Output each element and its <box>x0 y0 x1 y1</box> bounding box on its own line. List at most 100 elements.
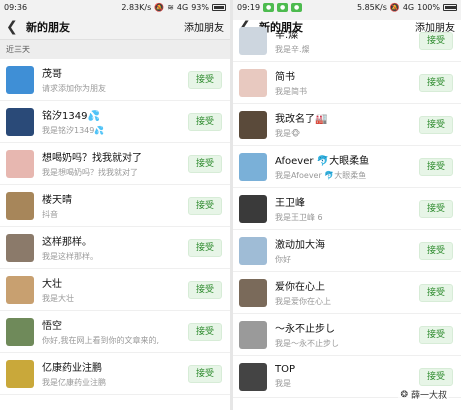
friend-request-row[interactable]: 楼天晴 抖音 接受 <box>0 185 230 227</box>
request-info: 爱你在心上我是爱你在心上 <box>275 278 419 307</box>
avatar[interactable] <box>239 68 267 97</box>
avatar[interactable] <box>239 320 267 349</box>
request-message: 我是爱你在心上 <box>275 297 331 306</box>
back-arrow-icon[interactable]: ❮ <box>6 14 20 40</box>
contact-name: ～永不止步し <box>275 324 335 335</box>
network-speed: 5.85K/s <box>356 2 387 12</box>
request-info: 激动加大海 你好 <box>275 236 419 265</box>
accept-button[interactable]: 接受 <box>419 157 453 176</box>
friend-request-row[interactable]: 简书 我是简书 接受 <box>233 62 461 104</box>
friend-request-row[interactable]: 我改名了🏭 我是🐵 接受 <box>233 104 461 146</box>
accept-button[interactable]: 接受 <box>419 241 453 260</box>
avatar[interactable] <box>239 362 267 391</box>
contact-name: Afoever 🐬大眼柔鱼 <box>275 156 370 167</box>
friend-request-row[interactable]: 这样那样。 我是这样那样。 接受 <box>0 227 230 269</box>
battery-icon <box>212 3 226 11</box>
avatar[interactable] <box>239 236 267 265</box>
avatar[interactable] <box>239 278 267 307</box>
contact-name: 爱你在心上 <box>275 282 325 293</box>
avatar[interactable] <box>6 149 34 178</box>
request-info: 我改名了🏭 我是🐵 <box>275 110 419 139</box>
friend-request-row[interactable]: 想喝奶吗？找我就对了 我是想喝奶吗？找我就对了 接受 <box>0 143 230 185</box>
contact-name: 激动加大海 <box>275 240 325 251</box>
contact-name: 王卫峰 <box>275 198 305 209</box>
friend-request-row[interactable]: ～永不止步し 我是～永不止步し 接受 <box>233 314 461 356</box>
status-time: 09:19 <box>237 2 261 12</box>
request-info: 亿康药业注鹏 我是亿康药业注鹏 <box>42 359 188 388</box>
request-info: 大壮 我是大壮 <box>42 275 188 304</box>
request-info: Afoever 🐬大眼柔鱼 我是Afoever 🐬大眼柔鱼 <box>275 152 419 181</box>
request-message: 我是铭汐1349💦 <box>42 126 105 135</box>
contact-name: 悟空 <box>42 321 62 332</box>
mute-icon: 🔕 <box>389 2 400 12</box>
avatar[interactable] <box>6 275 34 304</box>
friend-request-row[interactable]: 激动加大海 你好 接受 <box>233 230 461 272</box>
friend-request-row[interactable]: 悟空 你好,我在网上看到你的文章来的, 接受 <box>0 311 230 353</box>
accept-button[interactable]: 接受 <box>419 199 453 218</box>
accept-button[interactable]: 接受 <box>419 73 453 92</box>
friend-request-row[interactable]: 铭汐1349💦 我是铭汐1349💦 接受 <box>0 101 230 143</box>
avatar[interactable] <box>6 191 34 220</box>
request-info: 这样那样。 我是这样那样。 <box>42 233 188 262</box>
request-message: 我是简书 <box>275 87 307 96</box>
request-message: 我是～永不止步し <box>275 339 339 348</box>
request-message: 我是 <box>275 379 291 388</box>
page-title: 新的朋友 <box>26 20 70 34</box>
add-friend-link[interactable]: 添加朋友 <box>184 19 224 34</box>
avatar[interactable] <box>6 65 34 94</box>
request-info: 悟空 你好,我在网上看到你的文章来的, <box>42 317 188 346</box>
request-message: 我是辛.燦 <box>275 45 310 54</box>
request-info: 王卫峰 我是王卫峰 6 <box>275 194 419 223</box>
friend-request-row[interactable]: 爱你在心上 我是爱你在心上 接受 <box>233 272 461 314</box>
accept-button[interactable]: 接受 <box>188 322 222 341</box>
accept-button[interactable]: 接受 <box>419 325 453 344</box>
avatar[interactable] <box>239 26 267 55</box>
contact-name: 辛.燦 <box>275 30 299 41</box>
accept-button[interactable]: 接受 <box>419 115 453 134</box>
contact-name: 我改名了🏭 <box>275 114 328 125</box>
request-message: 我是大壮 <box>42 294 74 303</box>
screenshot-composite: 09:36 2.83K/s 🔕 ≋ 4G 93% ❮ 新的朋友 添加朋友 近三天… <box>0 0 461 410</box>
friend-request-row[interactable]: 亿康药业注鹏 我是亿康药业注鹏 接受 <box>0 353 230 395</box>
network-type: 4G <box>176 2 189 12</box>
accept-button[interactable]: 接受 <box>188 112 222 131</box>
request-info: 茂哥 请求添加你为朋友 <box>42 65 188 94</box>
request-message: 我是Afoever 🐬大眼柔鱼 <box>275 171 367 180</box>
friend-request-row[interactable]: Afoever 🐬大眼柔鱼 我是Afoever 🐬大眼柔鱼 接受 <box>233 146 461 188</box>
network-type: 4G <box>402 2 415 12</box>
contact-name: 楼天晴 <box>42 195 72 206</box>
accept-button[interactable]: 接受 <box>188 364 222 383</box>
wechat-notification-icon: ● <box>263 2 275 12</box>
accept-button[interactable]: 接受 <box>188 280 222 299</box>
avatar[interactable] <box>239 110 267 139</box>
nav-bar: ❮ 新的朋友 添加朋友 <box>0 14 230 40</box>
friend-request-row[interactable]: 大壮 我是大壮 接受 <box>0 269 230 311</box>
friend-request-row[interactable]: 王卫峰 我是王卫峰 6 接受 <box>233 188 461 230</box>
request-info: 辛.燦我是辛.燦 <box>275 26 419 55</box>
accept-button[interactable]: 接受 <box>188 70 222 89</box>
left-screen: 09:36 2.83K/s 🔕 ≋ 4G 93% ❮ 新的朋友 添加朋友 近三天… <box>0 0 230 410</box>
avatar[interactable] <box>239 194 267 223</box>
avatar[interactable] <box>6 107 34 136</box>
watermark-text: 薛一大叔 <box>410 391 447 401</box>
status-bar: 09:36 2.83K/s 🔕 ≋ 4G 93% <box>0 0 230 14</box>
contact-name: 想喝奶吗？找我就对了 <box>42 153 142 164</box>
friend-request-list: 辛.燦 我是辛.燦 接受 简书 我是简书 接受 我改名了🏭 我是🐵 接受 Afoever 🐬大眼柔… <box>233 20 461 398</box>
request-message: 你好 <box>275 255 291 264</box>
friend-request-row[interactable]: 茂哥 请求添加你为朋友 接受 <box>0 59 230 101</box>
avatar[interactable] <box>6 359 34 388</box>
battery-icon <box>443 3 457 11</box>
request-info: ～永不止步し 我是～永不止步し <box>275 320 419 349</box>
avatar[interactable] <box>6 317 34 346</box>
accept-button[interactable]: 接受 <box>188 154 222 173</box>
accept-button[interactable]: 接受 <box>419 283 453 302</box>
avatar[interactable] <box>6 233 34 262</box>
request-message: 我是亿康药业注鹏 <box>42 378 106 387</box>
avatar[interactable] <box>239 152 267 181</box>
mute-icon: 🔕 <box>154 2 165 12</box>
accept-button[interactable]: 接受 <box>419 367 453 386</box>
accept-button[interactable]: 接受 <box>188 238 222 257</box>
accept-button[interactable]: 接受 <box>419 31 453 50</box>
accept-button[interactable]: 接受 <box>188 196 222 215</box>
battery-level: 100% <box>417 2 440 12</box>
